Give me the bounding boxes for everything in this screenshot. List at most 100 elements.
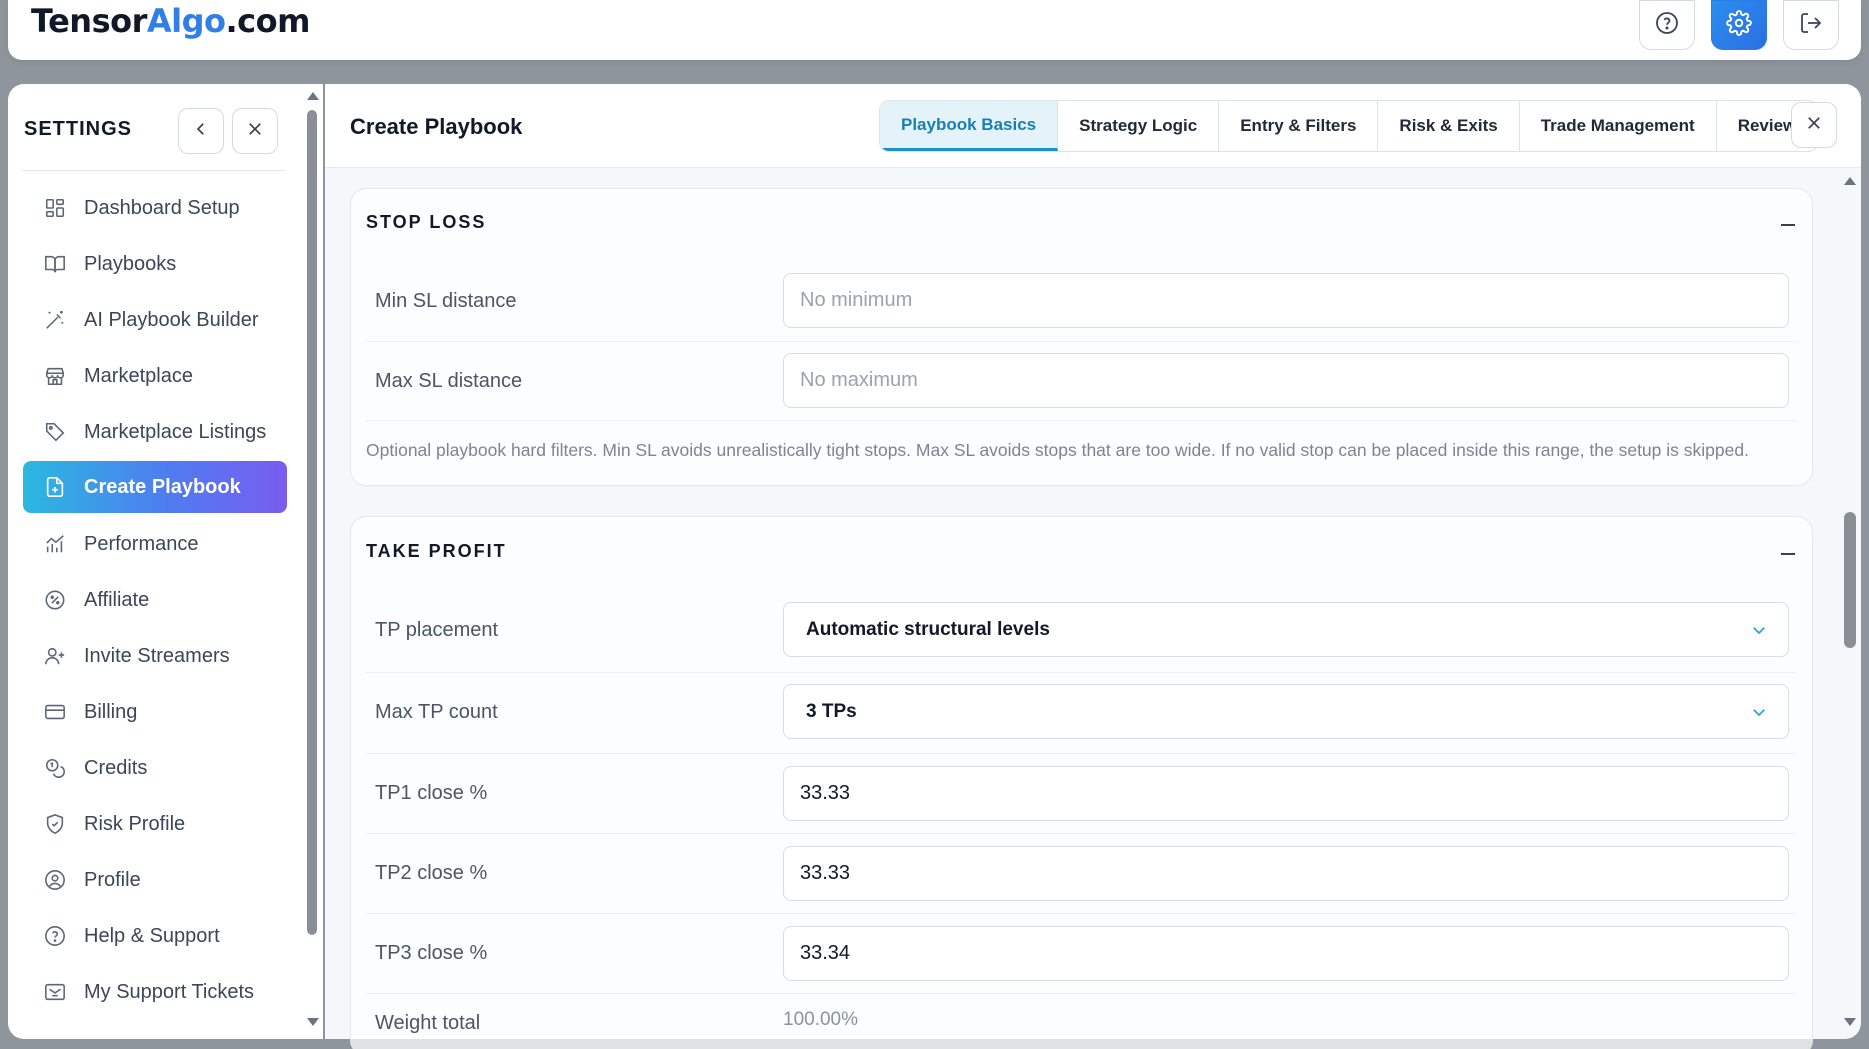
scroll-up-arrow-icon[interactable]	[307, 92, 319, 100]
sidebar-item-profile[interactable]: Profile	[23, 854, 287, 906]
ticket-icon	[43, 980, 67, 1004]
sidebar-item-playbooks[interactable]: Playbooks	[23, 238, 287, 290]
main-scroll-thumb[interactable]	[1844, 512, 1856, 648]
max-sl-label: Max SL distance	[375, 370, 523, 392]
help-circle-icon	[1655, 11, 1679, 40]
row-divider	[365, 420, 1797, 421]
store-icon	[43, 364, 67, 388]
row-divider	[365, 993, 1797, 994]
sidebar-item-credits[interactable]: Credits	[23, 742, 287, 794]
chevron-left-icon	[192, 120, 210, 143]
main-scroll-down-arrow-icon[interactable]	[1844, 1018, 1856, 1026]
sidebar-item-label: Invite Streamers	[84, 644, 230, 667]
sidebar-item-label: Marketplace Listings	[84, 420, 267, 443]
min-sl-label: Min SL distance	[375, 290, 517, 312]
tab-bar: Playbook Basics Strategy Logic Entry & F…	[879, 100, 1819, 152]
sidebar-item-affiliate[interactable]: Affiliate	[23, 574, 287, 626]
gear-icon	[1726, 9, 1752, 41]
coins-icon	[43, 756, 67, 780]
sidebar-item-label: Create Playbook	[84, 475, 241, 498]
sidebar-item-marketplace-listings[interactable]: Marketplace Listings	[23, 406, 287, 458]
sidebar-close-button[interactable]	[232, 108, 278, 154]
sidebar-item-label: Marketplace	[84, 364, 193, 387]
sidebar-item-label: Playbooks	[84, 252, 177, 275]
grid-icon	[43, 196, 67, 220]
logo[interactable]: TensorAlgo.com	[31, 2, 310, 40]
main-scroll-up-arrow-icon[interactable]	[1844, 177, 1856, 185]
logout-button[interactable]	[1783, 0, 1839, 50]
credit-card-icon	[43, 700, 67, 724]
sidebar-item-risk-profile[interactable]: Risk Profile	[23, 798, 287, 850]
sidebar-item-ai-playbook-builder[interactable]: AI Playbook Builder	[23, 294, 287, 346]
sidebar-item-label: My Support Tickets	[84, 980, 255, 1003]
sidebar-item-my-support-tickets[interactable]: My Support Tickets	[23, 966, 287, 1018]
help-circle-icon	[43, 924, 67, 948]
stop-loss-collapse-icon[interactable]	[1781, 224, 1795, 226]
file-plus-icon	[43, 475, 67, 499]
weight-total-value: 100.00%	[783, 1009, 859, 1030]
sidebar-item-performance[interactable]: Performance	[23, 518, 287, 570]
sidebar-item-dashboard-setup[interactable]: Dashboard Setup	[23, 182, 287, 234]
tp-placement-label: TP placement	[375, 619, 499, 641]
tp3-close-label: TP3 close %	[375, 942, 488, 964]
magic-wand-icon	[43, 308, 67, 332]
percent-badge-icon	[43, 588, 67, 612]
close-playbook-button[interactable]	[1791, 102, 1837, 148]
tag-icon	[43, 420, 67, 444]
sidebar-item-label: Billing	[84, 700, 138, 723]
max-sl-input[interactable]: No maximum	[783, 353, 1789, 408]
sidebar-item-label: Credits	[84, 756, 148, 779]
tab-trade-management[interactable]: Trade Management	[1520, 101, 1717, 151]
close-icon	[1805, 114, 1823, 137]
stop-loss-title: STOP LOSS	[366, 212, 487, 232]
tp2-close-label: TP2 close %	[375, 862, 488, 884]
settings-button[interactable]	[1711, 0, 1767, 50]
chevron-down-icon	[1750, 703, 1768, 727]
book-icon	[43, 252, 67, 276]
max-tp-count-label: Max TP count	[375, 701, 498, 723]
tab-risk-exits[interactable]: Risk & Exits	[1378, 101, 1520, 151]
take-profit-collapse-icon[interactable]	[1781, 553, 1795, 555]
scroll-down-arrow-icon[interactable]	[307, 1018, 319, 1026]
take-profit-title: TAKE PROFIT	[366, 541, 507, 561]
page-title: Create Playbook	[350, 114, 523, 139]
tp-placement-select[interactable]: Automatic structural levels	[783, 602, 1789, 657]
tab-playbook-basics[interactable]: Playbook Basics	[880, 101, 1059, 151]
tab-entry-filters[interactable]: Entry & Filters	[1219, 101, 1379, 151]
min-sl-input[interactable]: No minimum	[783, 273, 1789, 328]
sidebar-item-invite-streamers[interactable]: Invite Streamers	[23, 630, 287, 682]
tp1-close-input[interactable]: 33.33	[783, 766, 1789, 821]
sidebar-item-help-support[interactable]: Help & Support	[23, 910, 287, 962]
tp-placement-value: Automatic structural levels	[806, 618, 1050, 640]
max-tp-count-value: 3 TPs	[806, 700, 857, 722]
sidebar-scroll-thumb[interactable]	[307, 110, 317, 935]
sidebar-item-create-playbook[interactable]: Create Playbook	[23, 461, 287, 513]
sidebar-item-label: Risk Profile	[84, 812, 186, 835]
bar-chart-icon	[43, 532, 67, 556]
sidebar-title: SETTINGS	[24, 118, 133, 140]
user-plus-icon	[43, 644, 67, 668]
row-divider	[365, 753, 1797, 754]
sidebar-item-label: Performance	[84, 532, 199, 555]
sidebar-item-label: Affiliate	[84, 588, 150, 611]
sidebar-item-marketplace[interactable]: Marketplace	[23, 350, 287, 402]
tp1-close-label: TP1 close %	[375, 782, 488, 804]
tp3-close-input[interactable]: 33.34	[783, 926, 1789, 981]
sidebar-item-label: AI Playbook Builder	[84, 308, 259, 331]
sidebar-item-billing[interactable]: Billing	[23, 686, 287, 738]
row-divider	[365, 341, 1797, 342]
user-circle-icon	[43, 868, 67, 892]
sidebar-item-label: Dashboard Setup	[84, 196, 240, 219]
sidebar-item-label: Profile	[84, 868, 141, 891]
tp2-close-input[interactable]: 33.33	[783, 846, 1789, 901]
row-divider	[365, 672, 1797, 673]
weight-total-label: Weight total	[375, 1012, 481, 1034]
help-button[interactable]	[1639, 0, 1695, 50]
sidebar-item-label: Help & Support	[84, 924, 220, 947]
tab-strategy-logic[interactable]: Strategy Logic	[1058, 101, 1220, 151]
shield-icon	[43, 812, 67, 836]
max-tp-count-select[interactable]: 3 TPs	[783, 684, 1789, 739]
close-icon	[246, 120, 264, 143]
sidebar-back-button[interactable]	[178, 108, 224, 154]
logout-icon	[1799, 11, 1823, 40]
